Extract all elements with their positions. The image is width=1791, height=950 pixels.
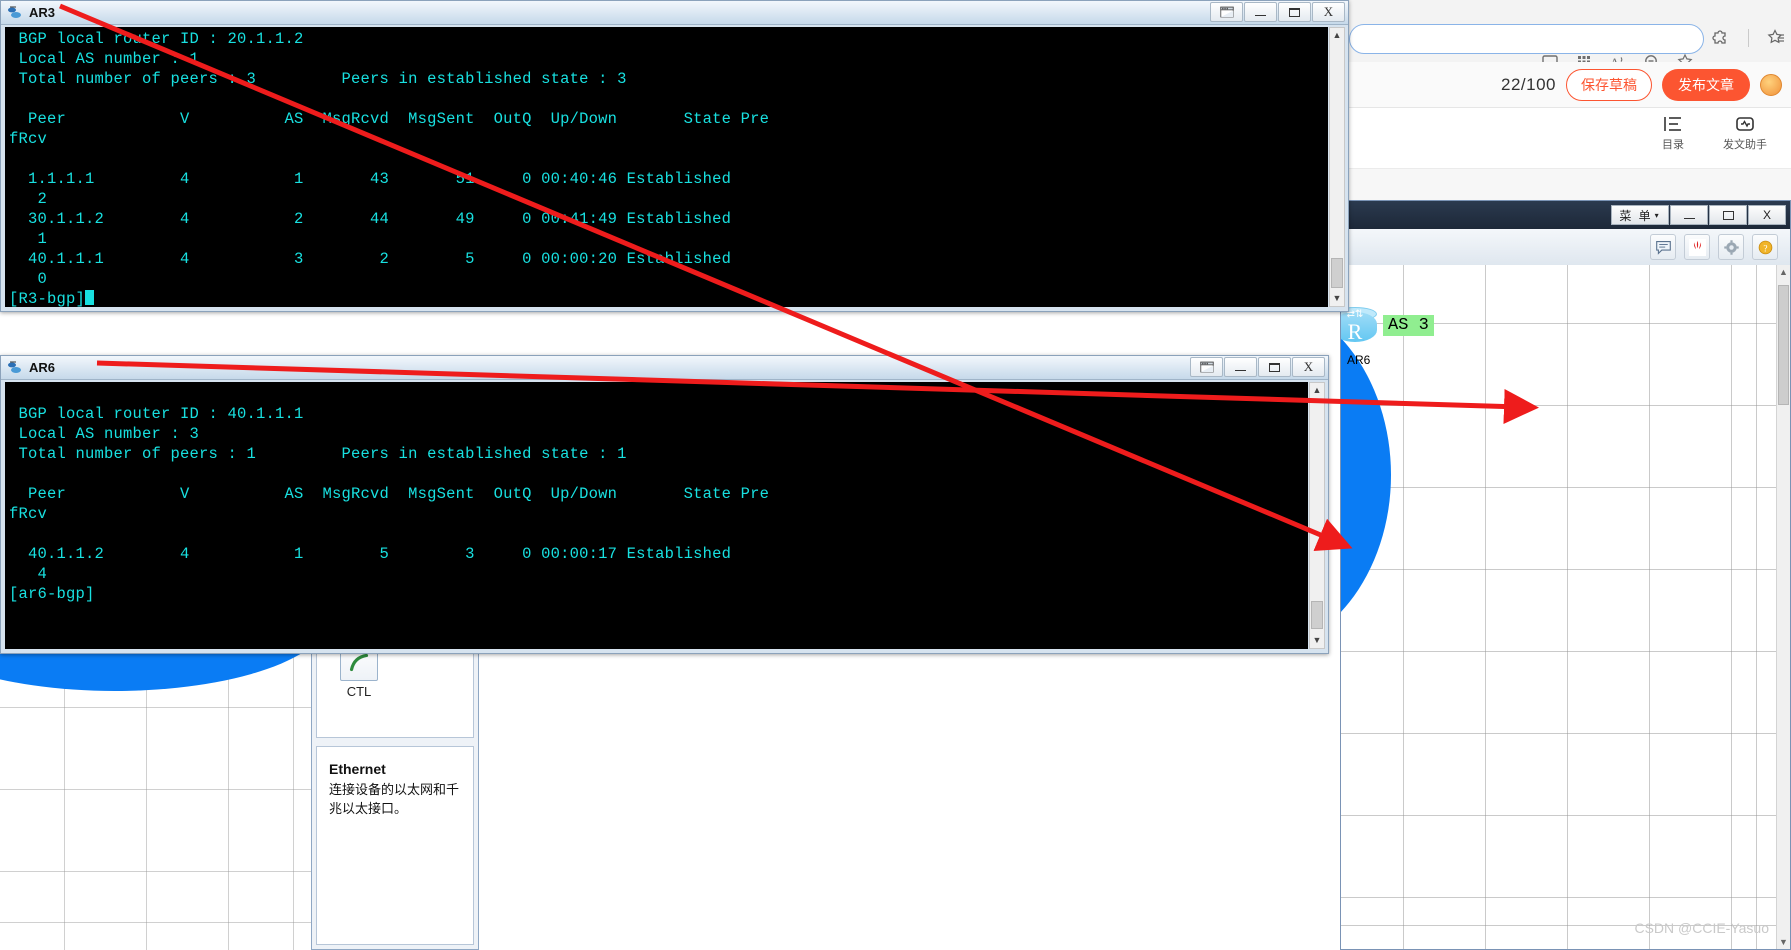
chat-icon[interactable] [1650, 234, 1676, 260]
toolbar-divider [1748, 28, 1749, 47]
console-icon [7, 6, 23, 20]
close-button[interactable]: X [1312, 2, 1345, 22]
scroll-down-icon[interactable]: ▼ [1777, 935, 1790, 949]
browser-chrome: A [1341, 0, 1791, 70]
outline-icon [1650, 114, 1696, 136]
save-draft-button[interactable]: 保存草稿 [1566, 68, 1652, 101]
router-ar6[interactable]: ⇄⇅ R [1341, 307, 1377, 347]
terminal-ar3-title: AR3 [29, 5, 56, 20]
restore-button[interactable] [1210, 2, 1243, 22]
address-bar[interactable]: A [1349, 24, 1704, 70]
svg-text:?: ? [1763, 244, 1767, 254]
canvas-vertical-scrollbar[interactable]: ▲ ▼ [1776, 265, 1790, 949]
scroll-down-icon[interactable]: ▼ [1330, 291, 1344, 306]
ensp-maximize-button[interactable] [1709, 205, 1747, 225]
close-icon: X [1323, 4, 1334, 19]
terminal-ar6-title: AR6 [29, 360, 56, 375]
ensp-menu-label: 菜 单 [1619, 208, 1653, 223]
topology-canvas[interactable]: ⇄⇅ R AR6 GE 0/0/0 AS 3 ⇄⇅ R .2.2.2 GE 2/… [1341, 265, 1776, 949]
scroll-up-icon[interactable]: ▲ [1310, 383, 1324, 398]
terminal-window-ar6[interactable]: AR6 X BGP local router ID : 40.1.1.1 Loc… [0, 355, 1329, 654]
char-count: 22/100 [1501, 74, 1556, 94]
chevron-down-icon: ▾ [1654, 210, 1661, 220]
palette-tooltip: Ethernet 连接设备的以太网和千兆以太接口。 [316, 746, 474, 945]
palette-label-ctl: CTL [346, 684, 372, 699]
maximize-button[interactable] [1258, 357, 1291, 377]
terminal-ar6-text: BGP local router ID : 40.1.1.1 Local AS … [9, 405, 770, 603]
editor-side-tools: 目录 发文助手 [1341, 108, 1791, 168]
avatar[interactable] [1760, 73, 1782, 96]
as1-cloud-shape [1341, 295, 1391, 655]
close-icon: X [1762, 208, 1771, 222]
huawei-logo-icon[interactable] [1684, 234, 1710, 260]
minimize-button[interactable] [1224, 357, 1257, 377]
favorites-icon[interactable] [1767, 28, 1786, 47]
tooltip-text: 连接设备的以太网和千兆以太接口。 [329, 782, 460, 816]
scroll-up-icon[interactable]: ▲ [1777, 265, 1790, 279]
ensp-title-bar: 菜 单 ▾ X [1341, 201, 1790, 229]
ensp-minimize-button[interactable] [1670, 205, 1708, 225]
chrome-toolbar-right [1711, 28, 1791, 47]
minimize-icon [1235, 369, 1246, 372]
browser-window: A [1340, 0, 1791, 215]
router-letter: R [1347, 319, 1363, 344]
editor-action-bar: 22/100 保存草稿 发布文章 [1341, 62, 1791, 108]
terminal-ar3-scrollbar[interactable]: ▲ ▼ [1329, 27, 1345, 307]
help-icon[interactable]: ? [1752, 234, 1778, 260]
terminal-ar3-output[interactable]: BGP local router ID : 20.1.1.2 Local AS … [5, 27, 1328, 307]
tooltip-title: Ethernet [329, 761, 386, 777]
terminal-ar3-title-bar[interactable]: AR3 X [1, 1, 1348, 25]
terminal-ar3-window-buttons: X [1209, 2, 1345, 22]
terminal-window-ar3[interactable]: AR3 X BGP local router ID : 20.1.1.2 Loc… [0, 0, 1349, 312]
minimize-button[interactable] [1244, 2, 1277, 22]
scroll-thumb[interactable] [1331, 258, 1343, 288]
scroll-down-icon[interactable]: ▼ [1310, 633, 1324, 648]
scroll-up-icon[interactable]: ▲ [1330, 28, 1344, 43]
scroll-thumb[interactable] [1778, 285, 1789, 405]
text-cursor [85, 290, 95, 305]
screen: A [0, 0, 1791, 950]
maximize-icon [1289, 7, 1300, 17]
minimize-icon [1683, 217, 1695, 220]
terminal-ar6-output[interactable]: BGP local router ID : 40.1.1.1 Local AS … [5, 382, 1308, 649]
restore-button[interactable] [1190, 357, 1223, 377]
console-icon [7, 361, 23, 375]
as3-label: AS 3 [1383, 315, 1434, 336]
ensp-close-button[interactable]: X [1748, 205, 1786, 225]
maximize-button[interactable] [1278, 2, 1311, 22]
watermark: CSDN @CCIE-Yasuo [1634, 920, 1769, 936]
close-icon: X [1303, 359, 1314, 374]
router-ar6-label: AR6 [1347, 353, 1371, 367]
tool-assistant[interactable]: 发文助手 [1722, 114, 1768, 168]
close-button[interactable]: X [1292, 357, 1325, 377]
terminal-ar6-window-buttons: X [1189, 357, 1325, 377]
ensp-toolbar: ? [1341, 229, 1790, 265]
publish-article-button[interactable]: 发布文章 [1662, 68, 1750, 101]
ensp-menu-button[interactable]: 菜 单 ▾ [1611, 205, 1669, 225]
tool-assistant-label: 发文助手 [1723, 139, 1767, 151]
ensp-window: 菜 单 ▾ X ? ⇄⇅ R AR6 AS 3 ▲ ▼ [1340, 200, 1791, 950]
terminal-ar6-scrollbar[interactable]: ▲ ▼ [1309, 382, 1325, 649]
terminal-ar6-title-bar[interactable]: AR6 X [1, 356, 1328, 380]
minimize-icon [1255, 14, 1266, 17]
terminal-ar3-text: BGP local router ID : 20.1.1.2 Local AS … [9, 30, 770, 307]
maximize-icon [1722, 210, 1734, 220]
scroll-thumb[interactable] [1311, 601, 1323, 629]
tool-outline-label: 目录 [1662, 139, 1684, 151]
tool-outline[interactable]: 目录 [1650, 114, 1696, 168]
extensions-icon[interactable] [1711, 28, 1730, 47]
settings-gear-icon[interactable] [1718, 234, 1744, 260]
maximize-icon [1269, 362, 1280, 372]
assistant-icon [1722, 114, 1768, 136]
